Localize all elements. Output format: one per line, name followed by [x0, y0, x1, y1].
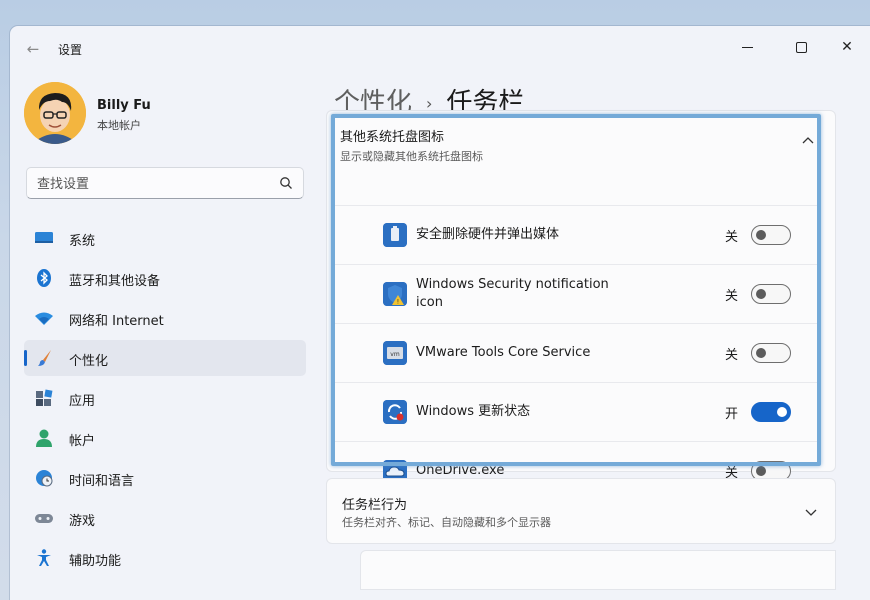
close-icon[interactable]: ✕ [830, 32, 864, 62]
toggle-switch[interactable] [751, 225, 791, 245]
system-icon [35, 232, 53, 243]
app-title: 设置 [58, 43, 83, 57]
avatar[interactable] [24, 82, 86, 144]
windows-update-icon [383, 400, 407, 424]
chevron-up-icon[interactable] [800, 134, 816, 148]
minimize-icon[interactable] [730, 32, 764, 62]
search-input[interactable] [37, 174, 267, 194]
security-shield-icon: ! [383, 282, 407, 306]
tray-row-onedrive: OneDrive.exe 关 [335, 441, 819, 484]
bluetooth-icon [37, 269, 51, 287]
user-name: Billy Fu [97, 98, 151, 113]
partial-panel [360, 550, 836, 590]
tray-row-label: Windows Security notification icon [416, 277, 609, 310]
sidebar-item-network[interactable]: 网络和 Internet [24, 300, 306, 336]
sidebar-item-personalization[interactable]: 个性化 [24, 340, 306, 376]
back-arrow-icon[interactable]: ← [22, 38, 44, 60]
sidebar-item-label: 系统 [69, 234, 96, 249]
tray-row-label: Windows 更新状态 [416, 404, 531, 419]
section-description: 任务栏对齐、标记、自动隐藏和多个显示器 [342, 516, 551, 529]
title-bar: ← 设置 ✕ [10, 26, 870, 74]
toggle-switch[interactable] [751, 343, 791, 363]
toggle-switch[interactable] [751, 402, 791, 422]
tray-row-label: VMware Tools Core Service [416, 345, 591, 360]
svg-text:!: ! [397, 299, 399, 306]
sidebar-item-bluetooth[interactable]: 蓝牙和其他设备 [24, 260, 306, 296]
globe-clock-icon [36, 470, 53, 487]
sidebar-item-label: 时间和语言 [69, 474, 135, 489]
tray-row-security: ! Windows Security notification icon 关 [335, 264, 819, 322]
apps-icon [36, 389, 53, 406]
sidebar-item-label: 辅助功能 [69, 554, 122, 569]
sidebar-item-label: 帐户 [69, 434, 96, 449]
svg-text:vm: vm [390, 351, 400, 358]
taskbar-behaviors-panel[interactable]: 任务栏行为 任务栏对齐、标记、自动隐藏和多个显示器 [326, 478, 836, 544]
sidebar-item-gaming[interactable]: 游戏 [24, 500, 306, 536]
section-title: 其他系统托盘图标 [340, 130, 445, 145]
gamepad-icon [35, 514, 53, 523]
maximize-icon[interactable] [784, 32, 818, 62]
toggle-state-label: 开 [725, 407, 739, 422]
section-title: 任务栏行为 [342, 498, 408, 513]
search-box[interactable] [26, 167, 304, 199]
sidebar-item-system[interactable]: 系统 [24, 220, 306, 256]
account-icon [36, 429, 52, 447]
tray-row-safe-remove: 安全删除硬件并弹出媒体 关 [335, 205, 819, 263]
search-icon[interactable] [279, 176, 293, 190]
brush-icon [38, 350, 51, 366]
sidebar-item-label: 蓝牙和其他设备 [69, 274, 161, 289]
sidebar-item-label: 游戏 [69, 514, 96, 529]
toggle-state-label: 关 [725, 348, 739, 363]
tray-row-vmware: vm VMware Tools Core Service 关 [335, 323, 819, 381]
account-type: 本地帐户 [97, 119, 141, 132]
vmware-icon: vm [383, 341, 407, 365]
sidebar-item-apps[interactable]: 应用 [24, 380, 306, 416]
toggle-state-label: 关 [725, 289, 739, 304]
sidebar-item-time-language[interactable]: 时间和语言 [24, 460, 306, 496]
sidebar-item-label: 网络和 Internet [69, 314, 164, 329]
section-description: 显示或隐藏其他系统托盘图标 [340, 150, 483, 163]
usb-eject-icon [383, 223, 407, 247]
sidebar-nav: 系统 蓝牙和其他设备 网络和 Internet 个性化 应用 帐户 时间和语言 … [24, 220, 306, 580]
sidebar-item-accounts[interactable]: 帐户 [24, 420, 306, 456]
accessibility-icon [37, 549, 51, 566]
sidebar-item-accessibility[interactable]: 辅助功能 [24, 540, 306, 576]
sidebar-item-label: 应用 [69, 394, 96, 409]
tray-section-header[interactable]: 其他系统托盘图标 显示或隐藏其他系统托盘图标 [340, 126, 483, 164]
toggle-state-label: 关 [725, 230, 739, 245]
tray-row-label: 安全删除硬件并弹出媒体 [416, 227, 560, 242]
tray-row-windows-update: Windows 更新状态 开 [335, 382, 819, 440]
wifi-icon [35, 312, 53, 325]
toggle-switch[interactable] [751, 284, 791, 304]
chevron-down-icon[interactable] [803, 505, 819, 519]
sidebar-item-label: 个性化 [69, 354, 109, 369]
